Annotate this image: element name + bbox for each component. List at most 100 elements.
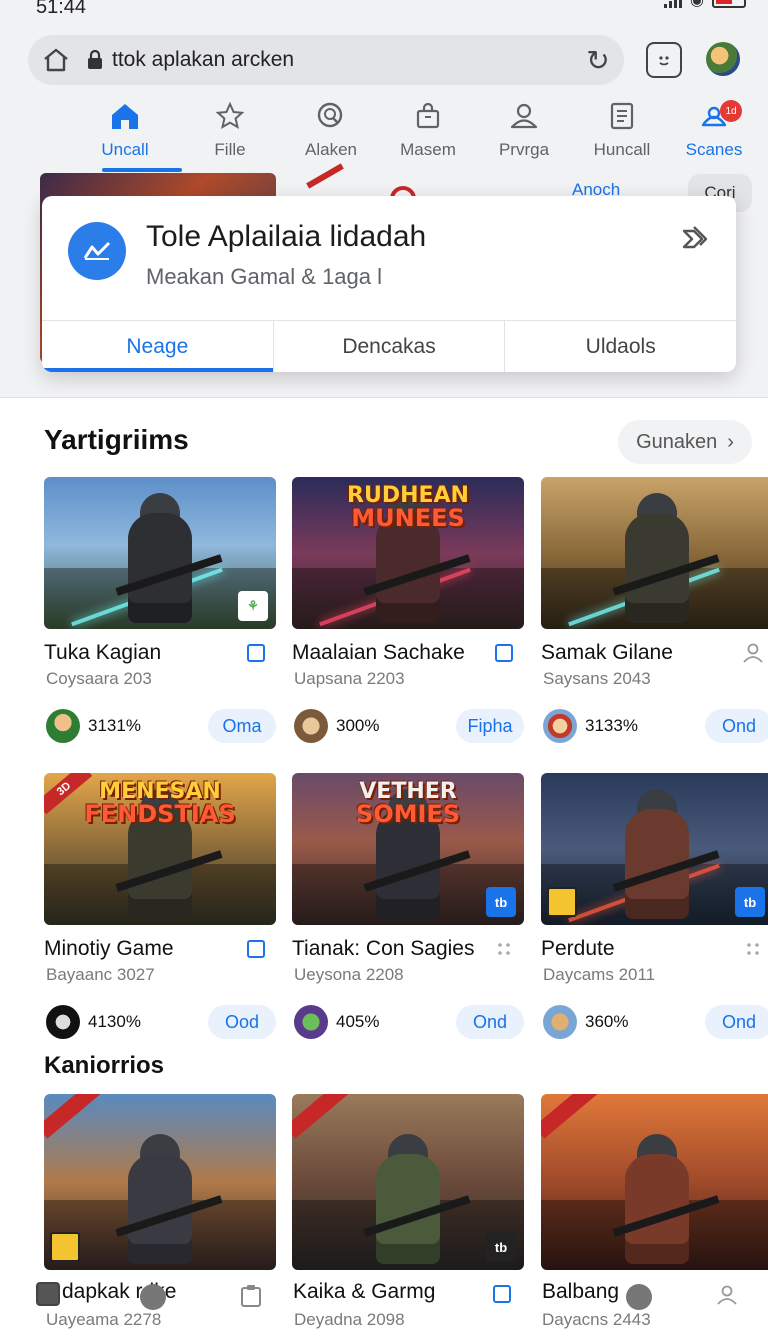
rating-value: 4130% <box>88 1012 141 1031</box>
game-card[interactable]: RUDHEAN MUNEES Maalaian Sachake Uapsana 2… <box>292 477 524 743</box>
address-bar[interactable]: ttok aplakan arcken ↻ <box>28 35 624 85</box>
open-button[interactable]: Fipha <box>456 709 524 743</box>
popup-tab-uldaols[interactable]: Uldaols <box>505 321 736 372</box>
open-button[interactable]: Ood <box>208 1005 276 1039</box>
game-subtitle: Ueysona 2208 <box>294 965 404 984</box>
grid-icon[interactable] <box>741 937 765 961</box>
more-label: Gunaken <box>636 430 718 453</box>
game-meta: 3133% Ond <box>541 709 768 745</box>
game-title[interactable]: Tuka Kagian <box>44 641 161 665</box>
game-title[interactable]: Kaika & Garmg <box>293 1280 435 1304</box>
nav-label: Fille <box>214 140 246 159</box>
search-icon <box>316 98 346 134</box>
game-title[interactable]: Balbang <box>542 1280 619 1304</box>
notification-badge: 1d <box>720 100 742 122</box>
rating-value: 405% <box>336 1012 380 1031</box>
person-icon[interactable] <box>741 641 765 665</box>
game-thumbnail[interactable]: tb <box>292 1094 524 1270</box>
active-tab-indicator <box>102 168 182 172</box>
game-card[interactable] <box>541 1094 768 1270</box>
game-thumbnail[interactable]: VETHER SOMIES tb <box>292 773 524 925</box>
nav-item-masem[interactable]: Masem <box>382 98 474 174</box>
star-icon <box>215 98 245 134</box>
tiktok-badge-icon: tb <box>735 887 765 917</box>
nav-item-scanes[interactable]: 1d Scanes <box>668 98 760 174</box>
thumbnail-title: MENESAN FENDSTIAS <box>84 779 236 828</box>
game-subtitle: Dayacns 2443 <box>542 1310 651 1329</box>
game-card[interactable]: tb <box>292 1094 524 1270</box>
game-subtitle: Uayeama 2278 <box>46 1310 162 1329</box>
nav-item-prvrga[interactable]: Prvrga <box>478 98 570 174</box>
popup-tab-neage[interactable]: Neage <box>42 321 274 372</box>
nav-item-fille[interactable]: Fille <box>184 98 276 174</box>
game-card[interactable]: dapkak rdke Uayeama 2278 <box>44 1094 276 1270</box>
bookmark-icon[interactable] <box>244 641 268 665</box>
home-icon[interactable] <box>28 35 84 85</box>
wifi-icon: ◉ <box>690 0 704 9</box>
app-drawer-icon[interactable] <box>36 1282 60 1306</box>
popup-title: Tole Aplailaia lidadah <box>146 220 427 253</box>
bag-icon <box>414 98 442 134</box>
creator-avatar <box>294 709 328 743</box>
game-logo-icon <box>547 887 577 917</box>
overlay-avatar <box>140 1284 166 1310</box>
nav-item-huncall[interactable]: Huncall <box>576 98 668 174</box>
game-thumbnail[interactable] <box>541 1094 768 1270</box>
game-title[interactable]: Tianak: Con Sagies <box>292 937 475 961</box>
game-card[interactable]: Samak Gilane Saysans 2043 3133% Ond <box>541 477 768 743</box>
home-icon <box>109 98 141 134</box>
game-thumbnail[interactable]: tb <box>541 773 768 925</box>
popup-tab-dencakas[interactable]: Dencakas <box>274 321 506 372</box>
open-button[interactable]: Ond <box>456 1005 524 1039</box>
game-subtitle: Deyadna 2098 <box>294 1310 405 1329</box>
bookmark-icon[interactable] <box>492 641 516 665</box>
grid-icon[interactable] <box>492 937 516 961</box>
creator-avatar <box>543 1005 577 1039</box>
bookmark-icon[interactable] <box>244 937 268 961</box>
reload-icon[interactable]: ↻ <box>572 44 624 77</box>
game-meta: 3131% Oma <box>44 709 276 745</box>
game-title[interactable]: Maalaian Sachake <box>292 641 465 665</box>
profile-avatar[interactable] <box>706 42 740 76</box>
game-thumbnail[interactable]: MENESAN FENDSTIAS 3D <box>44 773 276 925</box>
clipboard-icon[interactable] <box>240 1284 262 1313</box>
category-nav: Uncall Fille Alaken Masem Prvrga Huncall <box>0 98 768 174</box>
nav-label: Prvrga <box>498 140 550 159</box>
nav-label: Scanes <box>685 140 743 159</box>
thumbnail-title: VETHER SOMIES <box>355 779 461 828</box>
bookmark-icon[interactable] <box>492 1284 512 1309</box>
tiktok-badge-icon: tb <box>486 887 516 917</box>
signal-icon <box>664 0 683 8</box>
tabs-icon[interactable] <box>646 42 682 78</box>
open-button[interactable]: Ond <box>705 709 768 743</box>
nav-label: Masem <box>400 140 456 159</box>
section-title: Kaniorrios <box>44 1052 165 1079</box>
status-bar: 51:44 ◉ <box>0 0 768 18</box>
rating-value: 360% <box>585 1012 629 1031</box>
nav-item-uncall[interactable]: Uncall <box>79 98 171 174</box>
nav-item-alaken[interactable]: Alaken <box>285 98 377 174</box>
game-title[interactable]: Minotiy Game <box>44 937 174 961</box>
share-icon[interactable] <box>676 218 716 258</box>
game-card[interactable]: ⚘ Tuka Kagian Coysaara 203 3131% Oma <box>44 477 276 743</box>
game-card[interactable]: tb Perdute Daycams 2011 360% Ond <box>541 773 768 1039</box>
game-card[interactable]: VETHER SOMIES tb Tianak: Con Sagies Ueyso… <box>292 773 524 1039</box>
open-button[interactable]: Ond <box>705 1005 768 1039</box>
url-text[interactable]: ttok aplakan arcken <box>112 48 572 72</box>
person-icon[interactable] <box>716 1284 738 1311</box>
game-thumbnail[interactable]: ⚘ <box>44 477 276 629</box>
game-badge-icon: ⚘ <box>238 591 268 621</box>
game-title[interactable]: Samak Gilane <box>541 641 673 665</box>
game-card[interactable]: MENESAN FENDSTIAS 3D Minotiy Game Bayaanc… <box>44 773 276 1039</box>
app-popup-card: Tole Aplailaia lidadah Meakan Gamal & 1a… <box>42 196 736 372</box>
more-button[interactable]: Gunaken › <box>618 420 752 464</box>
open-button[interactable]: Oma <box>208 709 276 743</box>
game-thumbnail[interactable] <box>541 477 768 629</box>
game-title[interactable]: Perdute <box>541 937 615 961</box>
chevron-right-icon: › <box>727 430 734 453</box>
thumbnail-title: RUDHEAN MUNEES <box>347 483 469 532</box>
lock-icon <box>84 50 106 70</box>
game-thumbnail[interactable] <box>44 1094 276 1270</box>
game-thumbnail[interactable]: RUDHEAN MUNEES <box>292 477 524 629</box>
rating-value: 3131% <box>88 716 141 735</box>
